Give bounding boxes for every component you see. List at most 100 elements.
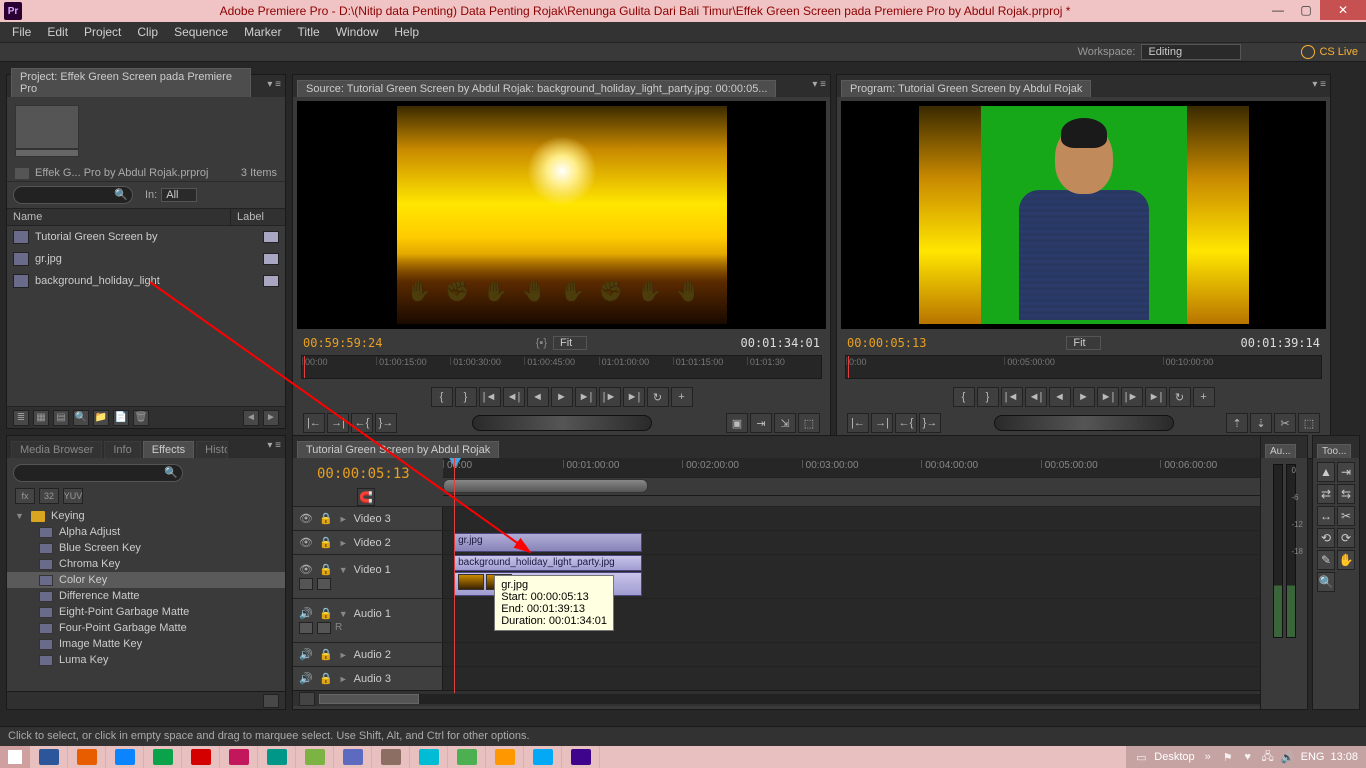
loop-button[interactable]: ↻ [1169,387,1191,407]
project-item[interactable]: Tutorial Green Screen by [7,226,285,248]
zoom-out-icon[interactable] [299,692,315,706]
step-back-button[interactable]: ◄| [1025,387,1047,407]
effect-item[interactable]: Luma Key [7,652,285,668]
snap-button[interactable]: 🧲 [357,488,375,506]
timeline-workarea-bar[interactable] [443,477,1297,495]
source-tab[interactable]: Source: Tutorial Green Screen by Abdul R… [297,80,776,97]
selection-tool[interactable]: ▲ [1317,462,1335,482]
workspace-dropdown[interactable]: Editing [1141,44,1241,60]
effects-search-input[interactable]: 🔍 [13,464,183,482]
taskbar-app[interactable] [220,746,258,768]
lock-icon[interactable]: 🔒 [319,536,333,549]
speaker-icon[interactable]: 🔊 [299,648,313,661]
marker-icon[interactable]: {▪} [536,337,547,349]
column-label-header[interactable]: Label [231,209,285,225]
scroll-right-icon[interactable]: ► [263,410,279,426]
icon-view-icon[interactable]: ▦ [33,410,49,426]
scrollbar-thumb[interactable] [319,694,419,704]
desktop-label[interactable]: Desktop [1154,751,1194,763]
trash-icon[interactable]: 🗑 [133,410,149,426]
maximize-button[interactable]: ▢ [1292,0,1320,20]
taskbar-app[interactable] [258,746,296,768]
track-header[interactable]: 🔊🔒▼Audio 1 R [293,599,443,642]
slip-tool[interactable]: ⟲ [1317,528,1335,548]
set-in-icon[interactable]: |← [303,413,325,433]
tab-effects[interactable]: Effects [143,441,194,458]
rolling-edit-tool[interactable]: ⇆ [1337,484,1355,504]
effect-item[interactable]: Four-Point Garbage Matte [7,620,285,636]
overwrite-clip-icon[interactable]: ⇲ [774,413,796,433]
track-header[interactable]: 🔊🔒►Audio 2 [293,643,443,666]
volume-icon[interactable]: 🔊 [1281,750,1295,764]
track-header[interactable]: 👁🔒►Video 3 [293,507,443,530]
minimize-button[interactable]: — [1264,0,1292,20]
pen-tool[interactable]: ✎ [1317,550,1335,570]
program-playhead[interactable] [848,356,849,378]
hand-tool[interactable]: ✋ [1337,550,1355,570]
start-button[interactable] [0,746,30,768]
tab-media-browser[interactable]: Media Browser [11,441,102,458]
mark-out-button[interactable]: } [977,387,999,407]
language-indicator[interactable]: ENG [1301,751,1325,763]
track-lane[interactable]: gr.jpg [443,531,1297,554]
go-to-out-button[interactable]: |► [599,387,621,407]
eye-icon[interactable]: 👁 [299,512,313,525]
track-select-tool[interactable]: ⇥ [1337,462,1355,482]
tab-history[interactable]: History [196,441,228,458]
track-toggle-icon[interactable] [299,578,313,590]
go-to-out-button[interactable]: |► [1121,387,1143,407]
speaker-icon[interactable]: 🔊 [299,607,313,620]
program-viewport[interactable] [841,101,1326,329]
taskbar-app[interactable] [486,746,524,768]
new-item-icon[interactable]: 📄 [113,410,129,426]
mark-out-button[interactable]: } [455,387,477,407]
effect-item[interactable]: Chroma Key [7,556,285,572]
taskbar-app[interactable] [182,746,220,768]
list-view-icon[interactable]: ≣ [13,410,29,426]
mark-in-button[interactable]: { [431,387,453,407]
label-swatch[interactable] [263,253,279,265]
program-tab[interactable]: Program: Tutorial Green Screen by Abdul … [841,80,1091,97]
track-header[interactable]: 👁🔒▼Video 1 [293,555,443,598]
source-viewport[interactable] [297,101,826,329]
taskbar-app[interactable] [334,746,372,768]
track-lane[interactable] [443,667,1297,690]
effect-item[interactable]: Alpha Adjust [7,524,285,540]
set-in-icon[interactable]: |← [847,413,869,433]
project-search-input[interactable]: 🔍 [13,186,133,204]
step-forward-button[interactable]: ►| [575,387,597,407]
track-toggle-icon[interactable] [317,578,331,590]
new-bin-icon[interactable]: 📁 [93,410,109,426]
ripple-edit-tool[interactable]: ⇄ [1317,484,1335,504]
source-playhead[interactable] [304,356,305,378]
program-ruler[interactable]: 0:00 00:05:00:00 00:10:00:00 [845,355,1322,379]
project-item[interactable]: gr.jpg [7,248,285,270]
yuv-icon[interactable]: YUV [63,488,83,504]
more-button[interactable]: + [1193,387,1215,407]
label-swatch[interactable] [263,275,279,287]
go-in-icon[interactable]: ←{ [895,413,917,433]
taskbar-app[interactable] [106,746,144,768]
tab-info[interactable]: Info [104,441,140,458]
go-out-icon[interactable]: }→ [375,413,397,433]
in-dropdown[interactable]: All [161,188,197,202]
step-back-button[interactable]: ◄| [503,387,525,407]
taskbar-app[interactable] [144,746,182,768]
menu-sequence[interactable]: Sequence [166,22,236,42]
taskbar-app[interactable] [562,746,600,768]
preview-scrub[interactable] [15,149,79,157]
automate-icon[interactable]: ▤ [53,410,69,426]
timeline-playhead-timecode[interactable]: 00:00:05:13 [293,458,443,486]
accelerated-icon[interactable]: fx [15,488,35,504]
program-playhead-timecode[interactable]: 00:00:05:13 [847,336,926,350]
effect-item[interactable]: Blue Screen Key [7,540,285,556]
show-desktop-icon[interactable]: ▭ [1134,750,1148,764]
jog-wheel[interactable] [994,415,1174,431]
column-name-header[interactable]: Name [7,209,231,225]
jog-wheel[interactable] [472,415,652,431]
find-icon[interactable]: 🔍 [73,410,89,426]
go-to-in-button[interactable]: |◄ [479,387,501,407]
timeline-clip[interactable]: gr.jpg [454,533,642,552]
network-icon[interactable]: 🖧 [1261,750,1275,764]
go-out-icon[interactable]: }→ [919,413,941,433]
